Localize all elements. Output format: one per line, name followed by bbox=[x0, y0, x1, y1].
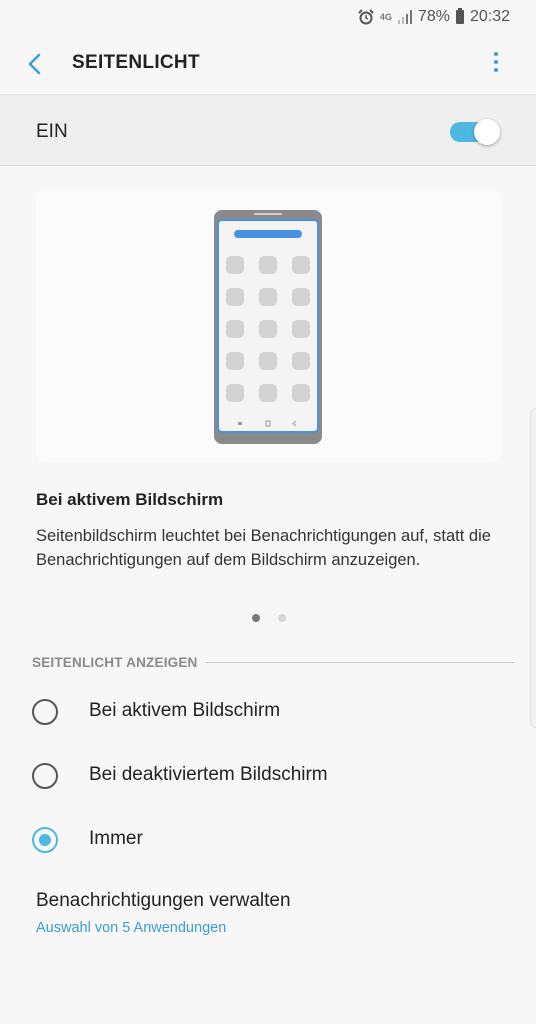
master-switch-label: EIN bbox=[36, 121, 68, 142]
section-header-label: SEITENLICHT ANZEIGEN bbox=[32, 654, 198, 670]
battery-icon bbox=[455, 8, 464, 24]
page-indicator bbox=[0, 614, 536, 622]
chevron-left-icon[interactable] bbox=[22, 50, 50, 78]
manage-notifications-title: Benachrichtigungen verwalten bbox=[36, 890, 291, 911]
section-divider bbox=[205, 661, 514, 663]
radio-button[interactable] bbox=[32, 763, 58, 789]
master-switch-row[interactable]: EIN bbox=[0, 94, 536, 166]
radio-label: Bei deaktiviertem Bildschirm bbox=[89, 764, 328, 785]
section-header: SEITENLICHT ANZEIGEN bbox=[32, 652, 514, 672]
radio-option-active-screen[interactable]: Bei aktivem Bildschirm bbox=[0, 682, 536, 742]
page-title: SEITENLICHT bbox=[72, 52, 200, 73]
page-dot-2[interactable] bbox=[278, 614, 286, 622]
radio-option-always[interactable]: Immer bbox=[0, 810, 536, 870]
status-bar: 4G 78% 20:32 bbox=[0, 0, 536, 34]
radio-button[interactable] bbox=[32, 827, 58, 853]
illustration-title: Bei aktivem Bildschirm bbox=[36, 490, 224, 509]
edge-panel-handle[interactable] bbox=[530, 408, 536, 728]
page-dot-1[interactable] bbox=[252, 614, 260, 622]
illustration-description: Seitenbildschirm leuchtet bei Benachrich… bbox=[36, 527, 491, 569]
radio-label: Immer bbox=[89, 828, 143, 849]
alarm-icon bbox=[358, 9, 374, 25]
radio-button[interactable] bbox=[32, 699, 58, 725]
signal-icon bbox=[397, 10, 412, 24]
clock: 20:32 bbox=[469, 8, 510, 25]
network-type: 4G bbox=[379, 11, 392, 22]
battery-percent: 78% bbox=[417, 8, 450, 25]
radio-label: Bei aktivem Bildschirm bbox=[89, 700, 281, 721]
manage-notifications-item[interactable]: Benachrichtigungen verwalten Auswahl von… bbox=[0, 884, 536, 948]
master-toggle[interactable] bbox=[450, 119, 500, 145]
phone-illustration bbox=[214, 210, 322, 444]
manage-notifications-subtitle: Auswahl von 5 Anwendungen bbox=[36, 920, 227, 936]
app-bar: SEITENLICHT bbox=[0, 34, 536, 94]
more-vertical-icon[interactable] bbox=[484, 48, 508, 80]
radio-option-inactive-screen[interactable]: Bei deaktiviertem Bildschirm bbox=[0, 746, 536, 806]
illustration-card[interactable] bbox=[36, 190, 502, 462]
